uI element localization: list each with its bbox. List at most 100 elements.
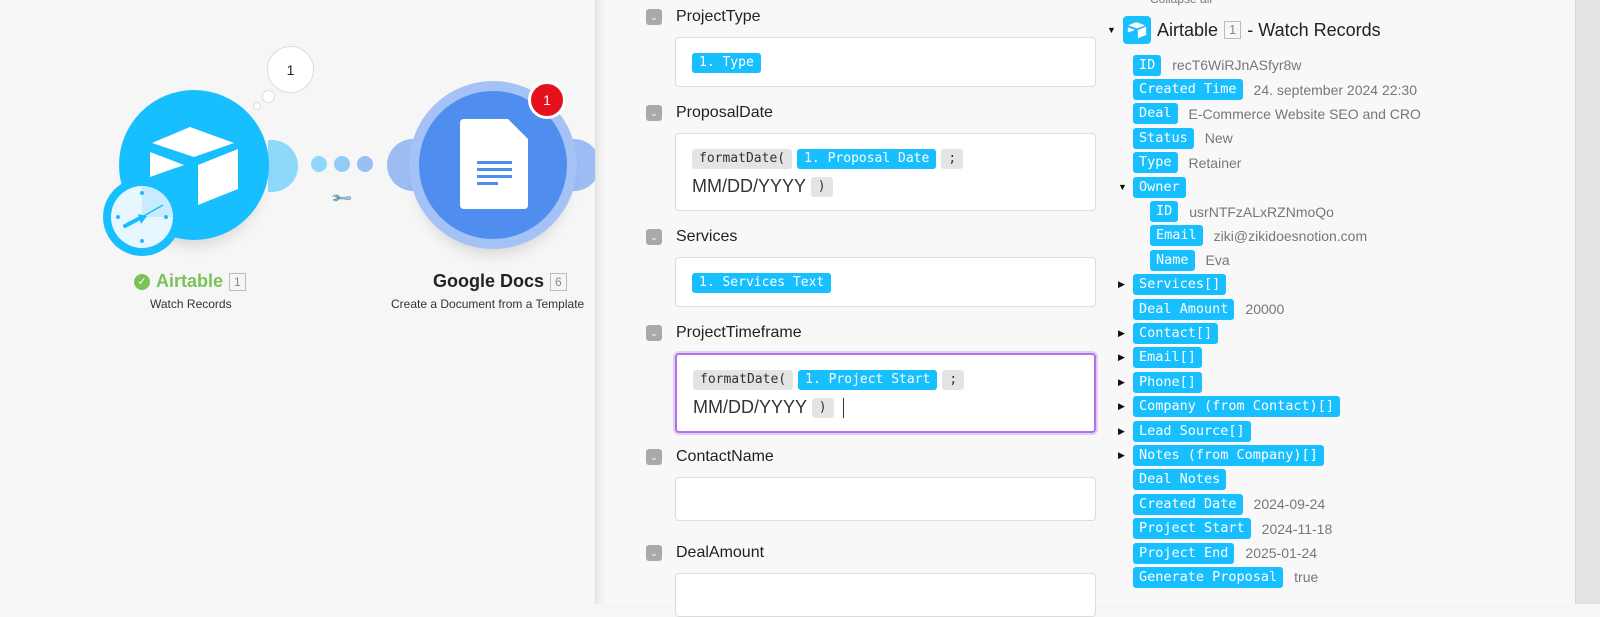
mapper-item-key[interactable]: Lead Source[]: [1133, 420, 1251, 442]
expanded-triangle-icon[interactable]: ▼: [1107, 25, 1117, 35]
form-field: ⌄ DealAmount: [646, 543, 1096, 617]
collapsed-triangle-icon[interactable]: ▶: [1118, 426, 1133, 437]
variable-pill[interactable]: 1. Project Start: [798, 370, 938, 391]
mapper-item-key[interactable]: Deal Amount: [1133, 298, 1235, 320]
mapper-item[interactable]: Created Time 24. september 2024 22:30: [1118, 77, 1421, 101]
field-collapse-icon[interactable]: ⌄: [646, 545, 662, 561]
field-input[interactable]: 1. Services Text: [675, 257, 1096, 307]
schedule-clock-icon[interactable]: [103, 178, 181, 256]
mapper-item[interactable]: Deal E-Commerce Website SEO and CRO: [1118, 102, 1421, 126]
module-id-badge: 1: [229, 272, 246, 291]
mapper-item-value: 2024-11-18: [1261, 520, 1333, 537]
mapper-module-header[interactable]: ▼ Airtable 1 - Watch Records: [1107, 16, 1381, 44]
connector-dot[interactable]: [311, 156, 327, 172]
field-label: ProposalDate: [676, 104, 773, 121]
mapper-item[interactable]: Generate Proposal true: [1118, 565, 1421, 589]
mapper-item-value: 2025-01-24: [1245, 545, 1318, 561]
mapper-item[interactable]: Deal Notes: [1118, 468, 1421, 492]
mapper-item-key[interactable]: Created Date: [1133, 493, 1243, 515]
field-input[interactable]: formatDate( 1. Proposal Date ; MM/DD/YYY…: [675, 133, 1096, 211]
mapper-item[interactable]: Email ziki@zikidoesnotion.com: [1118, 224, 1421, 248]
mapper-item-key[interactable]: Project End: [1133, 542, 1235, 564]
mapper-item[interactable]: Project End 2025-01-24: [1118, 541, 1421, 565]
mapper-item[interactable]: Project Start 2024-11-18: [1118, 516, 1421, 540]
connector-dot[interactable]: [357, 156, 373, 172]
field-input[interactable]: 1. Type: [675, 37, 1096, 87]
collapsed-triangle-icon[interactable]: ▶: [1118, 450, 1133, 461]
collapsed-triangle-icon[interactable]: ▶: [1118, 401, 1133, 412]
mapper-item[interactable]: ▶ Email[]: [1118, 346, 1421, 370]
field-collapse-icon[interactable]: ⌄: [646, 325, 662, 341]
field-input[interactable]: formatDate( 1. Project Start ; MM/DD/YYY…: [675, 353, 1096, 433]
mapper-item-key[interactable]: Deal: [1133, 103, 1178, 125]
module-settings-panel: ⌄ ProjectType 1. Type ⌄ ProposalDate formatD…: [595, 0, 1098, 617]
mapper-item-key[interactable]: ID: [1150, 201, 1179, 223]
mapper-item-key[interactable]: Email: [1150, 225, 1203, 247]
field-label: DealAmount: [676, 544, 765, 561]
mapper-item[interactable]: Created Date 2024-09-24: [1118, 492, 1421, 516]
mapper-item[interactable]: ▼ Owner: [1118, 175, 1421, 199]
mapper-item[interactable]: ID recT6WiRJnASfyr8w: [1118, 53, 1421, 77]
function-pill[interactable]: ): [811, 398, 834, 419]
mapper-item-key[interactable]: Services[]: [1133, 274, 1227, 296]
mapper-item-value: 24. september 2024 22:30: [1253, 81, 1418, 98]
mapper-item-key[interactable]: Type: [1133, 152, 1178, 174]
mapper-item[interactable]: Status New: [1118, 126, 1421, 150]
function-pill[interactable]: ;: [941, 149, 964, 170]
collapse-all-link[interactable]: Collapse all: [1150, 0, 1212, 6]
mapper-item[interactable]: ▶ Company (from Contact)[]: [1118, 394, 1421, 418]
wrench-icon[interactable]: 🔧: [330, 186, 354, 210]
function-pill[interactable]: ): [810, 177, 833, 198]
mapper-item-key[interactable]: ID: [1133, 54, 1162, 76]
mapper-item-value: recT6WiRJnASfyr8w: [1172, 57, 1302, 74]
expanded-triangle-icon[interactable]: ▼: [1118, 182, 1133, 192]
function-pill[interactable]: ;: [942, 370, 965, 391]
collapsed-triangle-icon[interactable]: ▶: [1118, 279, 1133, 290]
panel-scrollbar[interactable]: [1575, 0, 1600, 604]
mapper-item-key[interactable]: Name: [1150, 249, 1195, 271]
mapper-item-value: Retainer: [1188, 154, 1242, 171]
function-pill[interactable]: formatDate(: [693, 370, 794, 391]
field-collapse-icon[interactable]: ⌄: [646, 9, 662, 25]
mapper-item-key[interactable]: Owner: [1133, 176, 1186, 198]
mapper-item[interactable]: ▶ Notes (from Company)[]: [1118, 443, 1421, 467]
mapper-item-key[interactable]: Notes (from Company)[]: [1133, 444, 1324, 466]
collapsed-triangle-icon[interactable]: ▶: [1118, 328, 1133, 339]
mapper-tree: ID recT6WiRJnASfyr8w Created Time 24. septe…: [1118, 53, 1421, 590]
mapper-item-key[interactable]: Contact[]: [1133, 322, 1219, 344]
function-pill[interactable]: formatDate(: [692, 149, 793, 170]
field-collapse-icon[interactable]: ⌄: [646, 229, 662, 245]
variable-pill[interactable]: 1. Proposal Date: [797, 149, 937, 170]
mapper-item-key[interactable]: Deal Notes: [1133, 469, 1227, 491]
mapper-item[interactable]: ▶ Services[]: [1118, 273, 1421, 297]
mapper-item-key[interactable]: Generate Proposal: [1133, 566, 1284, 588]
mapper-item-key[interactable]: Created Time: [1133, 79, 1243, 101]
field-collapse-icon[interactable]: ⌄: [646, 449, 662, 465]
variable-pill[interactable]: 1. Services Text: [692, 273, 832, 294]
mapper-item[interactable]: Deal Amount 20000: [1118, 297, 1421, 321]
mapper-item[interactable]: ID usrNTFzALxRZNmoQo: [1118, 199, 1421, 223]
field-input[interactable]: [675, 477, 1096, 521]
mapper-item[interactable]: ▶ Contact[]: [1118, 321, 1421, 345]
field-collapse-icon[interactable]: ⌄: [646, 105, 662, 121]
mapper-item[interactable]: ▶ Lead Source[]: [1118, 419, 1421, 443]
connector-dot[interactable]: [334, 156, 350, 172]
mapper-item-key[interactable]: Status: [1133, 127, 1194, 149]
collapsed-triangle-icon[interactable]: ▶: [1118, 377, 1133, 388]
mapper-item-value: New: [1204, 130, 1233, 147]
collapsed-triangle-icon[interactable]: ▶: [1118, 352, 1133, 363]
airtable-output-handle[interactable]: [268, 140, 298, 192]
scenario-canvas[interactable]: 1 🔧 ✓ Airtable 1 Watch Records 1 Google …: [0, 0, 610, 604]
variable-pill[interactable]: 1. Type: [692, 53, 761, 74]
mapper-item[interactable]: Name Eva: [1118, 248, 1421, 272]
mapper-item-key[interactable]: Phone[]: [1133, 371, 1202, 393]
mapper-item-key[interactable]: Company (from Contact)[]: [1133, 396, 1341, 418]
mapper-item[interactable]: Type Retainer: [1118, 151, 1421, 175]
field-input[interactable]: [675, 573, 1096, 617]
mapper-item[interactable]: ▶ Phone[]: [1118, 370, 1421, 394]
mapper-item-key[interactable]: Email[]: [1133, 347, 1202, 369]
error-badge[interactable]: 1: [528, 81, 566, 119]
airtable-node-subtitle: Watch Records: [150, 297, 232, 311]
operations-bubble[interactable]: 1: [267, 46, 314, 93]
mapper-item-key[interactable]: Project Start: [1133, 518, 1251, 540]
